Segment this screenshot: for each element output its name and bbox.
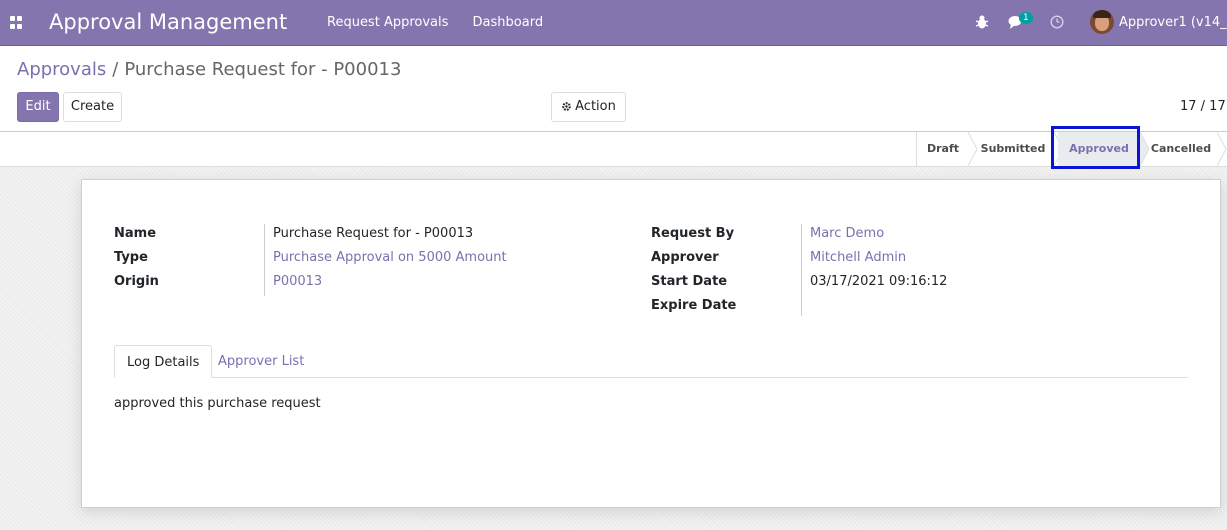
label-request-by: Request By — [651, 226, 735, 241]
action-dropdown-button[interactable]: Action — [551, 92, 626, 122]
label-name: Name — [114, 226, 157, 241]
label-expire-date: Expire Date — [651, 298, 737, 313]
value-start-date: 03/17/2021 09:16:12 — [810, 274, 948, 289]
breadcrumb: Approvals / Purchase Request for - P00013 — [17, 59, 401, 80]
field-divider-left — [264, 224, 265, 296]
stage-submitted[interactable]: Submitted — [972, 132, 1054, 166]
label-start-date: Start Date — [651, 274, 728, 289]
menu-item-dashboard[interactable]: Dashboard — [473, 15, 544, 30]
status-bar: Draft Submitted Approved Cancelled — [0, 132, 1227, 167]
value-name: Purchase Request for - P00013 — [273, 226, 474, 241]
label-type: Type — [114, 250, 148, 265]
action-label: Action — [575, 99, 616, 114]
stage-approved-active[interactable]: Approved — [1058, 132, 1140, 166]
edit-button[interactable]: Edit — [17, 92, 59, 122]
apps-menu-icon[interactable] — [10, 16, 23, 29]
breadcrumb-separator: / — [112, 59, 119, 80]
activity-clock-icon[interactable] — [1050, 15, 1064, 29]
label-origin: Origin — [114, 274, 159, 289]
top-navbar: Approval Management Request Approvals Da… — [0, 0, 1227, 46]
pager-counter[interactable]: 17 / 17 — [1180, 99, 1226, 114]
menu-item-request-approvals[interactable]: Request Approvals — [327, 15, 448, 30]
stage-cancelled[interactable]: Cancelled — [1145, 132, 1217, 166]
user-avatar[interactable] — [1090, 10, 1114, 34]
create-button[interactable]: Create — [63, 92, 122, 122]
message-count-badge: 1 — [1019, 12, 1033, 24]
value-origin-link[interactable]: P00013 — [273, 274, 322, 289]
value-request-by-link[interactable]: Marc Demo — [810, 226, 884, 241]
tab-approver-list[interactable]: Approver List — [206, 345, 316, 378]
log-details-text: approved this purchase request — [114, 396, 321, 411]
debug-bug-icon[interactable] — [975, 14, 989, 30]
stage-draft[interactable]: Draft — [916, 132, 969, 166]
field-divider-right — [801, 224, 802, 316]
breadcrumb-approvals-link[interactable]: Approvals — [17, 59, 106, 80]
app-title[interactable]: Approval Management — [49, 10, 287, 34]
breadcrumb-current: Purchase Request for - P00013 — [124, 59, 402, 80]
stage-chevron — [1217, 132, 1227, 166]
label-approver: Approver — [651, 250, 719, 265]
value-type-link[interactable]: Purchase Approval on 5000 Amount — [273, 250, 507, 265]
gear-icon — [562, 102, 571, 111]
main-menu: Request Approvals Dashboard — [327, 15, 563, 30]
user-menu-name[interactable]: Approver1 (v14_ap — [1119, 15, 1227, 30]
tab-log-details[interactable]: Log Details — [114, 345, 213, 378]
value-approver-link[interactable]: Mitchell Admin — [810, 250, 906, 265]
